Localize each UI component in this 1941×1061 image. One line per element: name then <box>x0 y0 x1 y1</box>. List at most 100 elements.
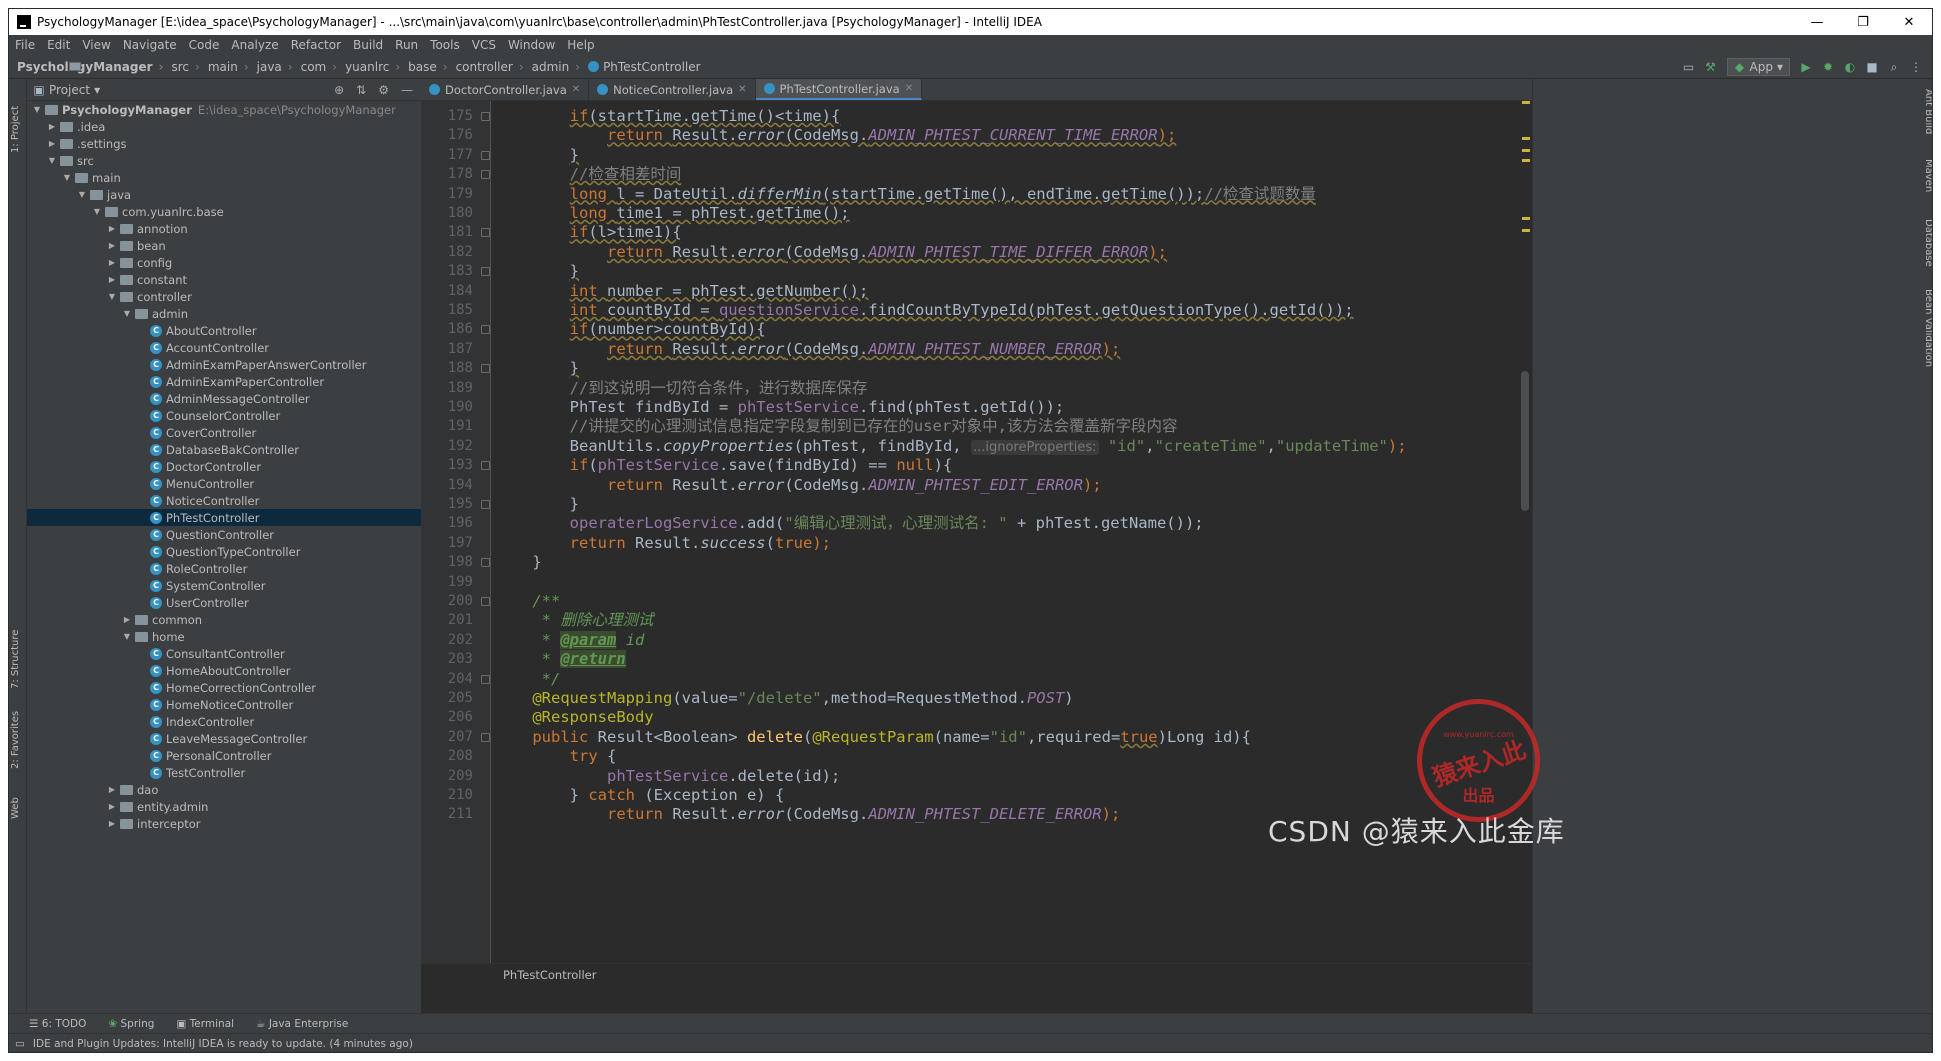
close-tab-icon[interactable]: ✕ <box>905 83 913 94</box>
more-icon[interactable]: ⋮ <box>1910 61 1922 73</box>
tree-class-item[interactable]: C IndexController <box>27 713 421 730</box>
tab-noticecontroller[interactable]: NoticeController.java ✕ <box>589 79 756 100</box>
stop-icon[interactable]: ■ <box>1866 61 1878 73</box>
collapse-arrow-icon[interactable]: ▶ <box>106 785 118 794</box>
gear-icon[interactable]: ⚙ <box>378 83 389 97</box>
tree-class-item[interactable]: C MenuController <box>27 475 421 492</box>
tree-class-item[interactable]: C CounselorController <box>27 407 421 424</box>
tree-folder-item[interactable]: ▼ src <box>27 152 421 169</box>
tree-folder-item[interactable]: ▶ .settings <box>27 135 421 152</box>
tree-folder-item[interactable]: ▶ dao <box>27 781 421 798</box>
collapse-arrow-icon[interactable]: ▶ <box>106 224 118 233</box>
menu-navigate[interactable]: Navigate <box>117 38 183 52</box>
fold-marker-icon[interactable] <box>481 461 490 471</box>
expand-arrow-icon[interactable]: ▼ <box>121 632 133 641</box>
tree-folder-item[interactable]: ▶ constant <box>27 271 421 288</box>
collapse-arrow-icon[interactable]: ▶ <box>106 275 118 284</box>
collapse-arrow-icon[interactable]: ▶ <box>106 258 118 267</box>
run-config-select[interactable]: ◆ App ▾ <box>1726 57 1790 76</box>
breadcrumb-item[interactable]: src › <box>69 60 204 74</box>
tree-folder-item[interactable]: ▼ controller <box>27 288 421 305</box>
tool-tab-web[interactable]: Web <box>10 779 26 819</box>
build-hammer-icon[interactable]: ⚒ <box>1705 61 1717 73</box>
status-message[interactable]: IDE and Plugin Updates: IntelliJ IDEA is… <box>33 1038 413 1050</box>
close-button[interactable]: ✕ <box>1886 15 1932 30</box>
project-view-select[interactable]: Project <box>49 83 90 97</box>
tree-folder-item[interactable]: ▶ config <box>27 254 421 271</box>
collapse-arrow-icon[interactable]: ▶ <box>46 122 58 131</box>
chevron-down-icon[interactable]: ▾ <box>94 83 100 97</box>
warning-marker[interactable] <box>1522 101 1530 104</box>
close-tab-icon[interactable]: ✕ <box>738 84 746 95</box>
fold-marker-icon[interactable] <box>481 228 490 238</box>
tree-class-item[interactable]: C NoticeController <box>27 492 421 509</box>
tool-tab-todo[interactable]: ☰ 6: TODO <box>29 1018 86 1030</box>
tree-class-item[interactable]: C PhTestController <box>27 509 421 526</box>
fold-marker-icon[interactable] <box>481 150 490 160</box>
tree-folder-item[interactable]: ▶ annotion <box>27 220 421 237</box>
tree-class-item[interactable]: C CoverController <box>27 424 421 441</box>
tree-class-item[interactable]: C AccountController <box>27 339 421 356</box>
fold-marker-icon[interactable] <box>481 170 490 180</box>
fold-marker-icon[interactable] <box>481 558 490 568</box>
tool-tab-spring[interactable]: ❀ Spring <box>108 1018 154 1030</box>
breadcrumb-item[interactable]: java › <box>69 60 297 74</box>
menu-run[interactable]: Run <box>389 38 424 52</box>
tree-folder-item[interactable]: ▼ main <box>27 169 421 186</box>
tree-class-item[interactable]: C QuestionTypeController <box>27 543 421 560</box>
breadcrumb-item[interactable]: com › <box>69 60 341 74</box>
tool-tab-structure[interactable]: 7: Structure <box>10 619 26 689</box>
fold-marker-icon[interactable] <box>481 364 490 374</box>
tool-tab-favorites[interactable]: 2: Favorites <box>10 699 26 769</box>
layout-icon[interactable]: ▭ <box>1683 61 1695 73</box>
menu-help[interactable]: Help <box>561 38 600 52</box>
tree-class-item[interactable]: C SystemController <box>27 577 421 594</box>
tree-class-item[interactable]: C DoctorController <box>27 458 421 475</box>
menu-code[interactable]: Code <box>183 38 226 52</box>
collapse-arrow-icon[interactable]: ▶ <box>121 615 133 624</box>
menu-file[interactable]: File <box>9 38 41 52</box>
close-tab-icon[interactable]: ✕ <box>572 84 580 95</box>
fold-marker-icon[interactable] <box>481 597 490 606</box>
warning-marker[interactable] <box>1522 149 1530 152</box>
tree-class-item[interactable]: C AdminExamPaperController <box>27 373 421 390</box>
breadcrumb-item[interactable]: yuanlrc › <box>69 60 404 74</box>
tree-class-item[interactable]: C TestController <box>27 764 421 781</box>
menu-edit[interactable]: Edit <box>41 38 76 52</box>
tree-class-item[interactable]: C AdminMessageController <box>27 390 421 407</box>
tree-class-item[interactable]: C RoleController <box>27 560 421 577</box>
search-icon[interactable]: ⌕ <box>1888 61 1900 73</box>
run-icon[interactable]: ▶ <box>1800 61 1812 73</box>
breadcrumb-item[interactable]: admin › <box>69 60 584 74</box>
breadcrumb-item[interactable]: main › <box>69 60 253 74</box>
breadcrumb-item[interactable]: controller › <box>69 60 528 74</box>
menu-build[interactable]: Build <box>347 38 389 52</box>
fold-marker-icon[interactable] <box>481 674 490 684</box>
tree-class-item[interactable]: C PersonalController <box>27 747 421 764</box>
tree-root[interactable]: ▼ PsychologyManager E:\idea_space\Psycho… <box>27 101 421 118</box>
debug-icon[interactable]: ✹ <box>1822 61 1834 73</box>
menu-refactor[interactable]: Refactor <box>285 38 347 52</box>
collapse-arrow-icon[interactable]: ▶ <box>106 819 118 828</box>
tool-tab-database[interactable]: Database <box>1916 219 1932 279</box>
breadcrumb-item[interactable]: PsychologyManager › <box>13 60 168 74</box>
expand-arrow-icon[interactable]: ▼ <box>46 156 58 165</box>
tree-folder-item[interactable]: ▶ .idea <box>27 118 421 135</box>
expand-arrow-icon[interactable]: ▼ <box>106 292 118 301</box>
tree-folder-item[interactable]: ▶ entity.admin <box>27 798 421 815</box>
fold-marker-icon[interactable] <box>481 325 490 335</box>
fold-marker-icon[interactable] <box>481 267 490 277</box>
tree-folder-item[interactable]: ▼ java <box>27 186 421 203</box>
tool-tab-maven[interactable]: Maven <box>1916 159 1932 209</box>
scroll-thumb[interactable] <box>1521 371 1529 511</box>
menu-view[interactable]: View <box>76 38 116 52</box>
fold-marker-icon[interactable] <box>481 500 490 509</box>
minimize-button[interactable]: — <box>1794 15 1840 30</box>
tool-tab-project[interactable]: 1: Project <box>10 83 26 153</box>
tree-folder-item[interactable]: ▼ admin <box>27 305 421 322</box>
collapse-arrow-icon[interactable]: ▶ <box>106 802 118 811</box>
tree-class-item[interactable]: C QuestionController <box>27 526 421 543</box>
tab-doctorcontroller[interactable]: DoctorController.java ✕ <box>421 79 590 100</box>
warning-marker[interactable] <box>1522 159 1530 162</box>
expand-arrow-icon[interactable]: ▼ <box>91 207 103 216</box>
